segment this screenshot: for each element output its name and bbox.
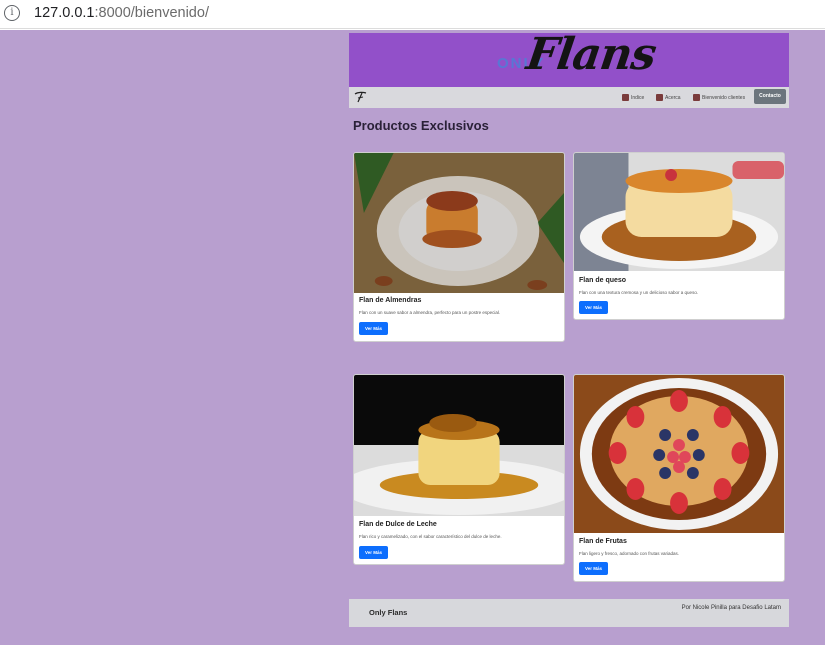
product-card-queso: Flan de queso Flan con una textura cremo…: [573, 152, 785, 320]
product-image: [574, 153, 784, 271]
nav-item-bienvenido[interactable]: Bienvenido clientes: [693, 94, 745, 101]
navbar: Indice Acerca Bienvenido clientes Contac…: [349, 87, 789, 108]
url-host: 127.0.0.1: [34, 5, 95, 21]
nav-item-label: Bienvenido clientes: [702, 94, 746, 101]
product-card-almendras: Flan de Almendras Flan con un suave sabo…: [353, 152, 565, 342]
ver-mas-button[interactable]: Ver Más: [359, 546, 388, 559]
nav-item-indice[interactable]: Indice: [622, 94, 644, 101]
product-title: Flan de queso: [579, 277, 627, 284]
nav-item-label: Acerca: [665, 94, 681, 101]
ver-mas-button[interactable]: Ver Más: [579, 301, 608, 314]
page-viewport: ONLY Flans Indice Acerca Bienvenido clie…: [0, 30, 825, 645]
product-title: Flan de Almendras: [359, 297, 422, 304]
url-path: :8000/bienvenido/: [94, 5, 209, 21]
product-description: Flan rico y caramelizado, con el sabor c…: [359, 534, 502, 539]
section-title: Productos Exclusivos: [353, 118, 489, 133]
product-image: [574, 375, 784, 533]
product-card-dulce-de-leche: Flan de Dulce de Leche Flan rico y caram…: [353, 374, 565, 565]
info-icon[interactable]: i: [4, 5, 20, 21]
product-image: [354, 375, 564, 516]
door-icon: [622, 94, 629, 101]
product-description: Flan con un suave sabor a almendra, perf…: [359, 310, 501, 315]
product-title: Flan de Dulce de Leche: [359, 521, 437, 528]
brand-logo-icon[interactable]: [354, 90, 368, 104]
nav-item-acerca[interactable]: Acerca: [656, 94, 681, 101]
door-open-icon: [693, 94, 700, 101]
id-card-icon: [656, 94, 663, 101]
contact-button[interactable]: Contacto: [754, 89, 786, 104]
product-card-frutas: Flan de Frutas Flan ligero y fresco, ado…: [573, 374, 785, 582]
url-field[interactable]: 127.0.0.1:8000/bienvenido/: [34, 5, 209, 21]
page-footer: Only Flans Por Nicole Pinilla para Desaf…: [349, 599, 789, 627]
product-description: Flan con una textura cremosa y un delici…: [579, 290, 699, 295]
ver-mas-button[interactable]: Ver Más: [579, 562, 608, 575]
brand-flans-text: Flans: [523, 33, 659, 80]
footer-brand: Only Flans: [369, 608, 408, 617]
ver-mas-button[interactable]: Ver Más: [359, 322, 388, 335]
browser-address-bar: i 127.0.0.1:8000/bienvenido/: [0, 0, 825, 29]
product-image: [354, 153, 564, 293]
product-title: Flan de Frutas: [579, 538, 627, 545]
footer-credit: Por Nicole Pinilla para Desafio Latam: [681, 605, 781, 611]
product-description: Flan ligero y fresco, adornado con fruta…: [579, 551, 680, 556]
nav-item-label: Indice: [631, 94, 645, 101]
brand-banner: ONLY Flans: [349, 33, 789, 87]
